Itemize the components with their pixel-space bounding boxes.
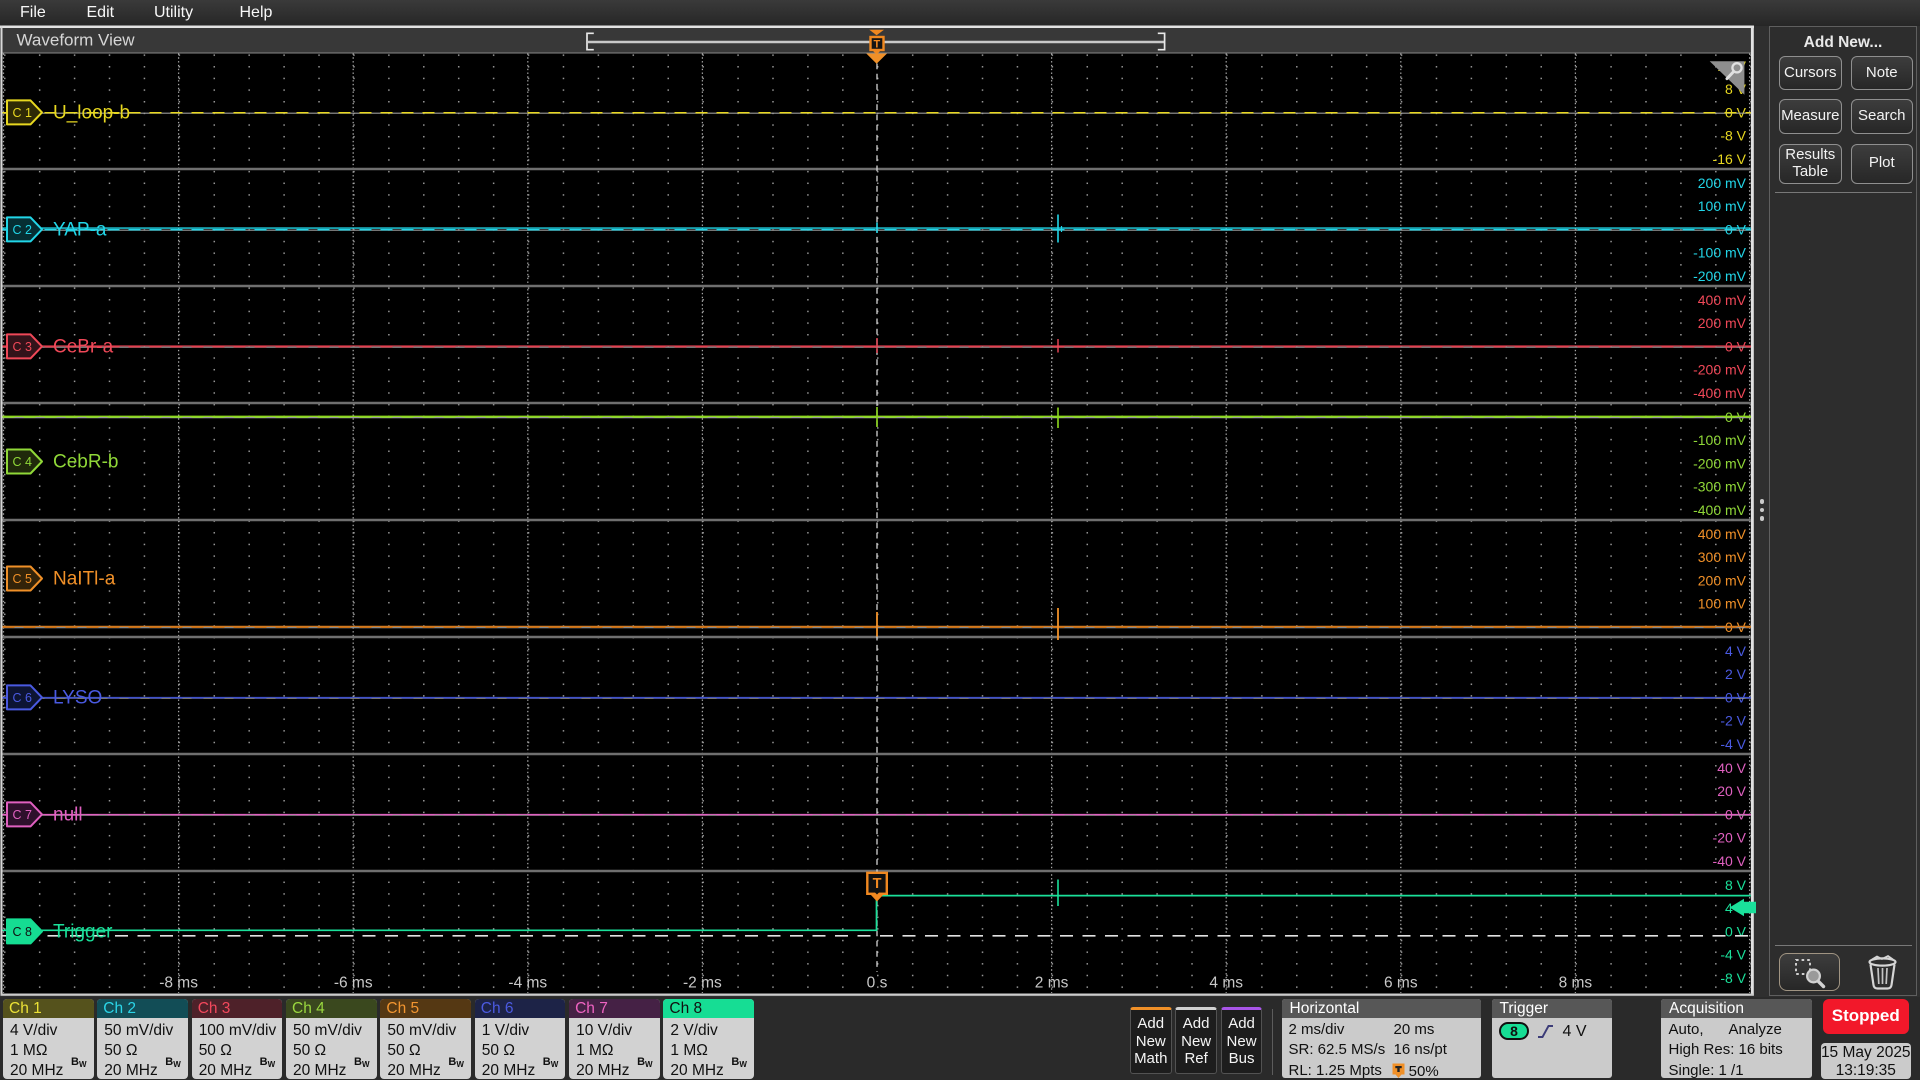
svg-text:NaITl-a: NaITl-a bbox=[53, 569, 116, 590]
svg-text:-2 V: -2 V bbox=[1720, 713, 1746, 729]
svg-text:CeBr-a: CeBr-a bbox=[53, 336, 114, 357]
svg-text:T: T bbox=[874, 38, 881, 50]
svg-text:8 V: 8 V bbox=[1725, 877, 1747, 893]
svg-text:-400 mV: -400 mV bbox=[1693, 385, 1747, 401]
svg-text:-40 V: -40 V bbox=[1713, 853, 1747, 869]
svg-text:C 8: C 8 bbox=[13, 925, 33, 939]
svg-text:-100 mV: -100 mV bbox=[1693, 245, 1747, 261]
svg-text:2 ms: 2 ms bbox=[1035, 975, 1069, 992]
svg-text:-6 ms: -6 ms bbox=[334, 975, 373, 992]
svg-text:C 4: C 4 bbox=[13, 455, 33, 469]
svg-text:-8 ms: -8 ms bbox=[159, 975, 198, 992]
svg-text:40 V: 40 V bbox=[1717, 760, 1746, 776]
svg-text:C 1: C 1 bbox=[13, 106, 33, 120]
svg-text:C 6: C 6 bbox=[13, 691, 33, 705]
svg-text:4 V: 4 V bbox=[1725, 643, 1747, 659]
svg-text:LYSO: LYSO bbox=[53, 687, 102, 708]
svg-text:null: null bbox=[53, 804, 83, 825]
svg-text:8 ms: 8 ms bbox=[1559, 975, 1593, 992]
svg-text:200 mV: 200 mV bbox=[1698, 315, 1747, 331]
svg-text:-16 V: -16 V bbox=[1713, 151, 1747, 167]
svg-text:4 ms: 4 ms bbox=[1209, 975, 1243, 992]
svg-text:2 V: 2 V bbox=[1725, 666, 1747, 682]
svg-text:-400 mV: -400 mV bbox=[1693, 502, 1747, 518]
svg-text:-300 mV: -300 mV bbox=[1693, 479, 1747, 495]
svg-text:-200 mV: -200 mV bbox=[1693, 455, 1747, 471]
svg-text:-4 ms: -4 ms bbox=[508, 975, 547, 992]
svg-text:400 mV: 400 mV bbox=[1698, 526, 1747, 542]
svg-text:-20 V: -20 V bbox=[1713, 830, 1747, 846]
svg-text:-8 V: -8 V bbox=[1720, 970, 1746, 986]
svg-text:C 7: C 7 bbox=[13, 808, 33, 822]
svg-text:200 mV: 200 mV bbox=[1698, 572, 1747, 588]
svg-text:100 mV: 100 mV bbox=[1698, 198, 1747, 214]
svg-text:400 mV: 400 mV bbox=[1698, 292, 1747, 308]
svg-text:Waveform View: Waveform View bbox=[17, 31, 136, 50]
svg-text:200 mV: 200 mV bbox=[1698, 175, 1747, 191]
svg-text:T: T bbox=[873, 876, 882, 892]
svg-text:-2 ms: -2 ms bbox=[683, 975, 722, 992]
svg-text:100 mV: 100 mV bbox=[1698, 596, 1747, 612]
svg-text:20 V: 20 V bbox=[1717, 783, 1746, 799]
svg-text:-8 V: -8 V bbox=[1720, 128, 1746, 144]
svg-text:-4 V: -4 V bbox=[1720, 947, 1746, 963]
svg-text:6 ms: 6 ms bbox=[1384, 975, 1418, 992]
svg-text:U_loop-b: U_loop-b bbox=[53, 102, 130, 123]
svg-text:-4 V: -4 V bbox=[1720, 736, 1746, 752]
svg-text:Trigger: Trigger bbox=[53, 921, 113, 942]
svg-text:0 s: 0 s bbox=[867, 975, 888, 992]
svg-text:C 2: C 2 bbox=[13, 223, 33, 237]
svg-text:-100 mV: -100 mV bbox=[1693, 432, 1747, 448]
svg-text:C 3: C 3 bbox=[13, 340, 33, 354]
svg-text:C 5: C 5 bbox=[13, 572, 33, 586]
svg-text:-200 mV: -200 mV bbox=[1693, 268, 1747, 284]
svg-text:-200 mV: -200 mV bbox=[1693, 362, 1747, 378]
svg-text:300 mV: 300 mV bbox=[1698, 549, 1747, 565]
svg-text:YAP-a: YAP-a bbox=[53, 219, 107, 240]
svg-text:0 V: 0 V bbox=[1725, 923, 1747, 939]
svg-text:CebR-b: CebR-b bbox=[53, 452, 118, 473]
